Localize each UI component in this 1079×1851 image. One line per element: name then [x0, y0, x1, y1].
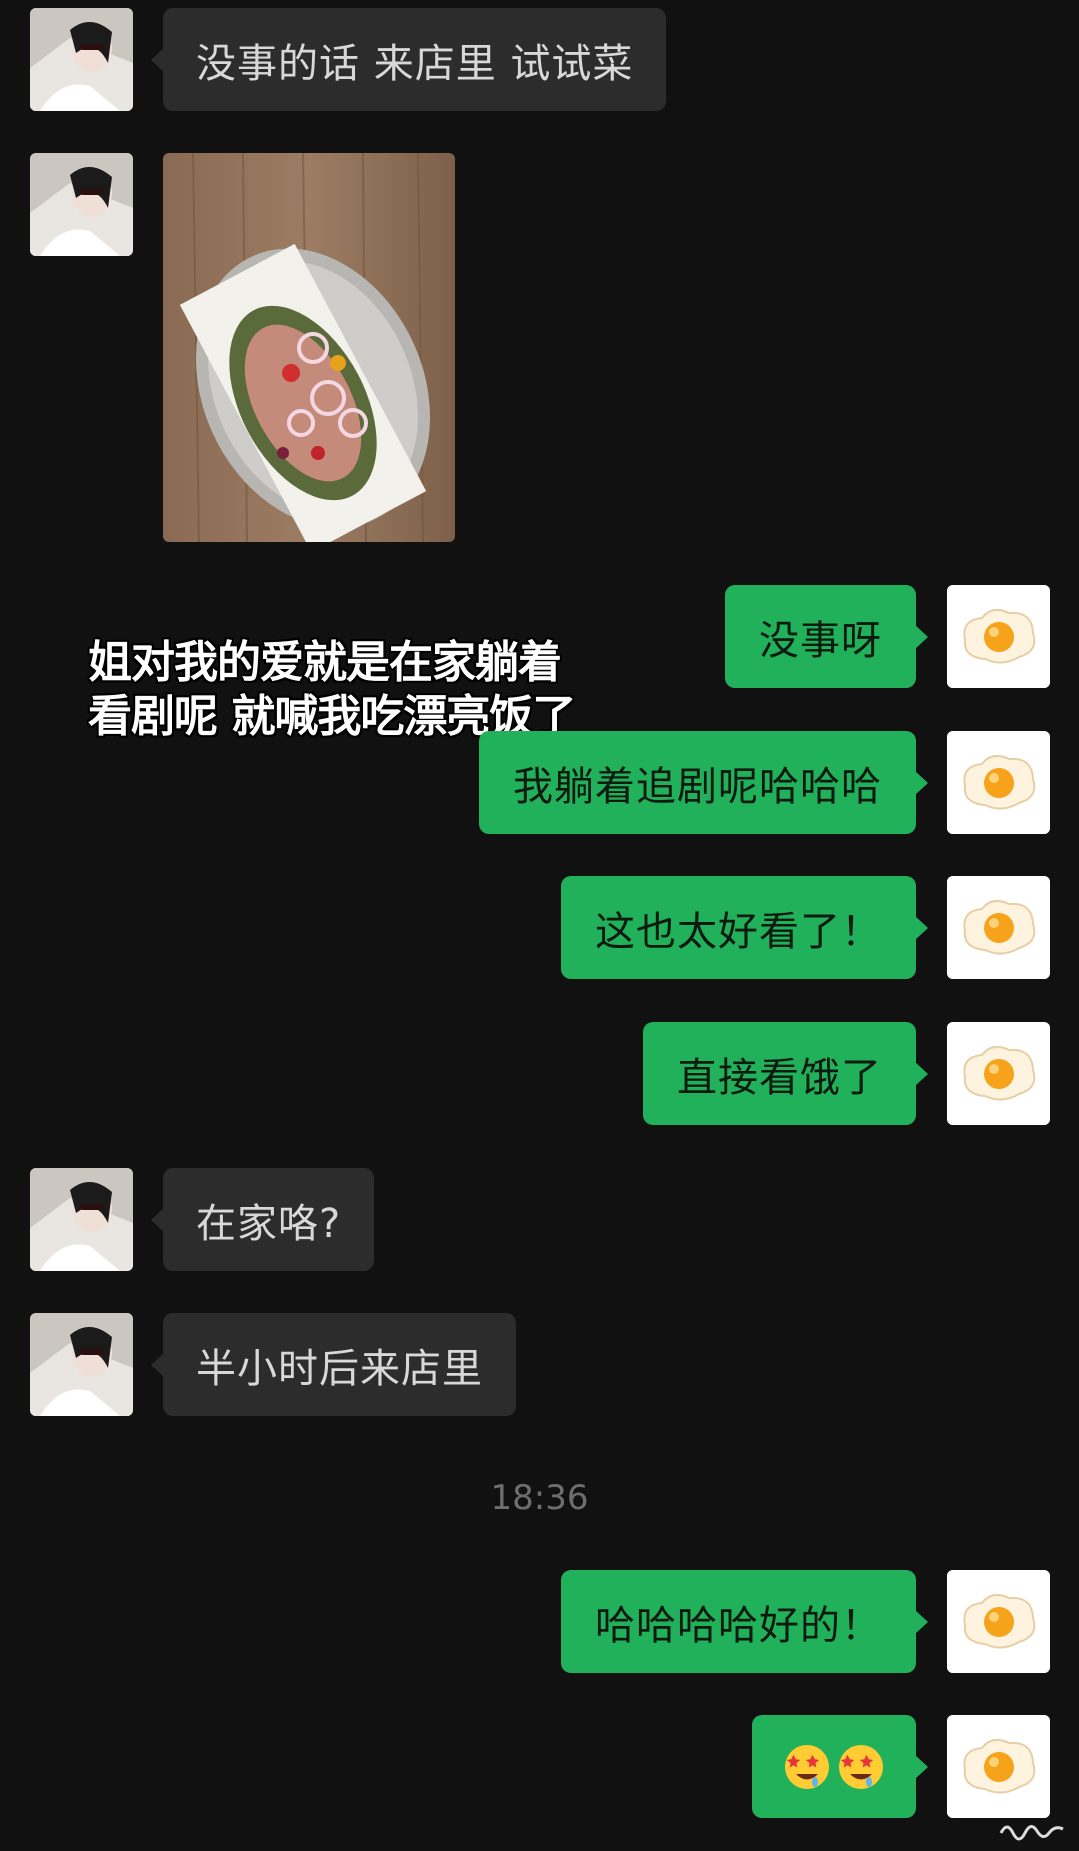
fried-egg-icon	[947, 876, 1050, 979]
message-bubble-outgoing[interactable]: 哈哈哈哈好的！	[561, 1570, 928, 1673]
message-bubble-outgoing[interactable]: 直接看饿了	[643, 1022, 928, 1125]
fried-egg-icon	[947, 1570, 1050, 1673]
message-bubble-outgoing[interactable]: 没事呀	[725, 585, 928, 688]
message-bubble-incoming[interactable]: 半小时后来店里	[151, 1313, 516, 1416]
overlay-caption: 姐对我的爱就是在家躺着 看剧呢 就喊我吃漂亮饭了	[88, 636, 608, 744]
message-text: 我躺着追剧呢哈哈哈	[513, 763, 882, 810]
fried-egg-icon	[947, 731, 1050, 834]
my-avatar[interactable]	[947, 1570, 1050, 1673]
contact-avatar[interactable]	[30, 8, 133, 111]
fried-egg-icon	[947, 1022, 1050, 1125]
watermark-icon	[999, 1825, 1064, 1841]
chat-screen: 没事的话 来店里 试试菜 姐对我的爱就是在家躺着 看剧呢 就喊我吃漂亮饭了 没事…	[0, 0, 1079, 1851]
message-text: 在家咯?	[196, 1200, 342, 1247]
star-struck-drool-icon	[785, 1744, 829, 1789]
my-avatar[interactable]	[947, 1715, 1050, 1818]
message-bubble-incoming[interactable]: 没事的话 来店里 试试菜	[150, 8, 667, 111]
my-avatar[interactable]	[947, 876, 1050, 979]
message-text: 这也太好看了！	[595, 908, 882, 955]
contact-avatar[interactable]	[30, 1313, 133, 1416]
chat-timestamp: 18:36	[490, 1478, 589, 1518]
food-photo	[163, 153, 455, 542]
message-text: 没事的话 来店里 试试菜	[196, 40, 634, 87]
woman-portrait-icon	[30, 8, 133, 111]
message-bubble-outgoing[interactable]: 这也太好看了！	[561, 876, 928, 979]
message-bubble-outgoing[interactable]: 我躺着追剧呢哈哈哈	[479, 731, 928, 834]
message-text: 哈哈哈哈好的！	[595, 1602, 882, 1649]
message-text: 没事呀	[759, 617, 882, 664]
message-bubble-incoming[interactable]: 在家咯?	[150, 1168, 375, 1271]
woman-portrait-icon	[30, 1168, 133, 1271]
message-bubble-outgoing-emoji[interactable]	[752, 1715, 928, 1818]
woman-portrait-icon	[30, 153, 133, 256]
star-struck-drool-icon	[839, 1744, 883, 1789]
message-text: 直接看饿了	[677, 1054, 882, 1101]
woman-portrait-icon	[30, 1313, 133, 1416]
fried-egg-icon	[947, 1715, 1050, 1818]
message-text: 半小时后来店里	[196, 1345, 483, 1392]
contact-avatar[interactable]	[30, 1168, 133, 1271]
my-avatar[interactable]	[947, 731, 1050, 834]
caption-line: 姐对我的爱就是在家躺着	[88, 637, 562, 688]
my-avatar[interactable]	[947, 585, 1050, 688]
contact-avatar[interactable]	[30, 153, 133, 256]
food-photo-message[interactable]	[163, 153, 455, 542]
my-avatar[interactable]	[947, 1022, 1050, 1125]
fried-egg-icon	[947, 585, 1050, 688]
